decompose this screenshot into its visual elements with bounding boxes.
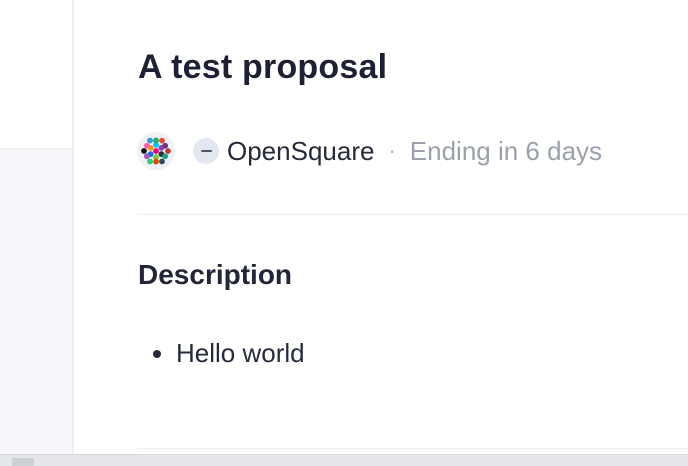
minus-icon — [193, 138, 219, 164]
list-item: Hello world — [138, 338, 305, 369]
ending-status: Ending in 6 days — [409, 135, 603, 166]
divider — [137, 214, 688, 215]
scrollbar-thumb[interactable] — [12, 458, 34, 466]
author-avatar[interactable] — [137, 132, 175, 170]
proposal-meta: OpenSquare · Ending in 6 days — [137, 131, 602, 171]
divider — [137, 448, 688, 449]
left-panel-top — [0, 0, 72, 149]
left-panel-bottom — [0, 149, 72, 454]
page: A test proposal OpenSquare · Ending in 6… — [0, 0, 688, 466]
description-heading: Description — [138, 259, 293, 290]
proposal-panel: A test proposal OpenSquare · Ending in 6… — [74, 0, 688, 454]
description-list: Hello world — [138, 338, 305, 369]
space-name[interactable]: OpenSquare — [227, 136, 374, 167]
meta-separator: · — [388, 138, 396, 163]
bottom-scrollbar[interactable] — [0, 454, 688, 466]
proposal-title: A test proposal — [138, 48, 388, 86]
list-item-text: Hello world — [176, 338, 305, 368]
identicon-icon — [141, 137, 171, 165]
bullet-icon — [153, 349, 161, 358]
